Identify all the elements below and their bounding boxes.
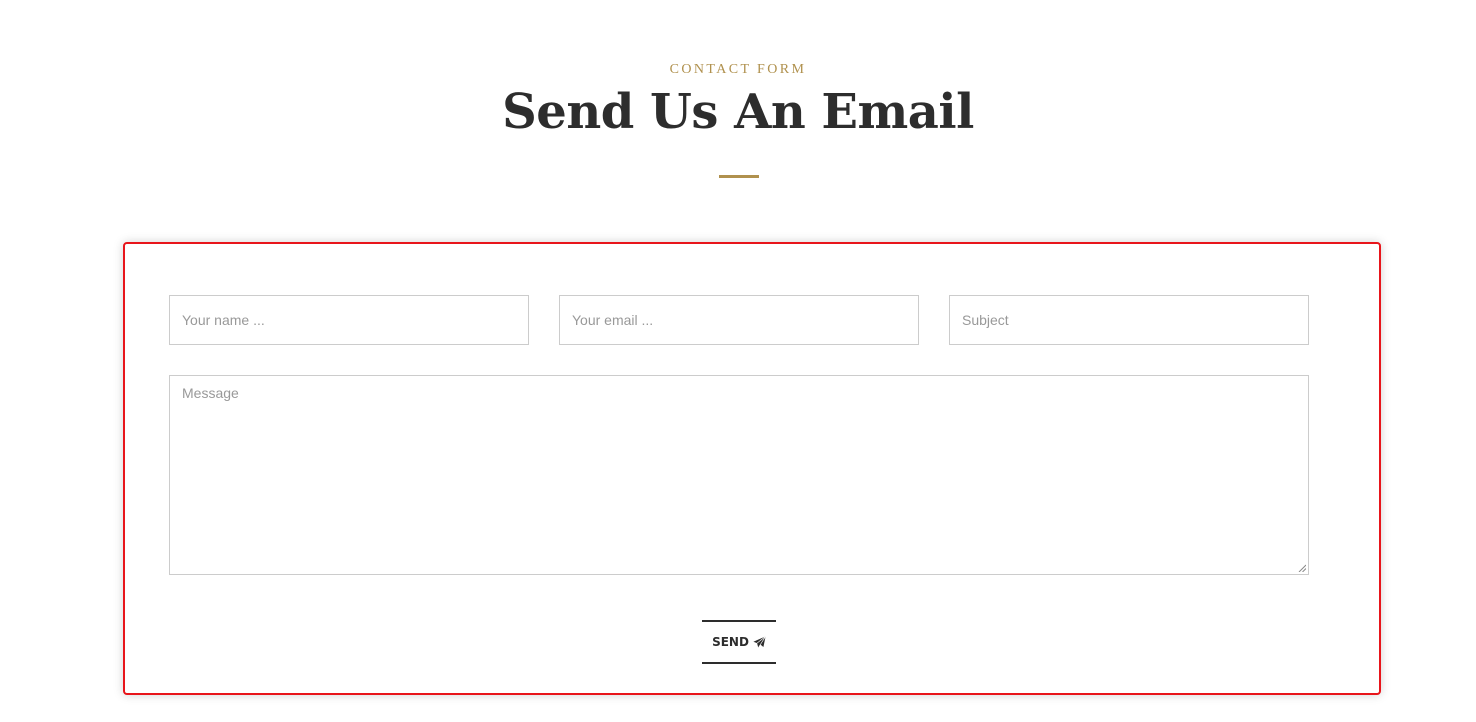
name-placeholder: Your name ... bbox=[182, 312, 265, 328]
name-input[interactable]: Your name ... bbox=[169, 295, 529, 345]
resize-grip-icon[interactable] bbox=[1298, 564, 1306, 572]
paper-plane-icon bbox=[753, 635, 766, 648]
message-textarea[interactable]: Message bbox=[169, 375, 1309, 575]
send-button[interactable]: SEND bbox=[702, 620, 776, 664]
title-divider bbox=[719, 175, 759, 178]
subject-placeholder: Subject bbox=[962, 312, 1009, 328]
send-label: SEND bbox=[712, 635, 749, 649]
section-eyebrow: CONTACT FORM bbox=[669, 62, 807, 77]
subject-input[interactable]: Subject bbox=[949, 295, 1309, 345]
email-placeholder: Your email ... bbox=[572, 312, 654, 328]
message-placeholder: Message bbox=[182, 385, 239, 401]
page-title: Send Us An Email bbox=[502, 84, 974, 140]
email-input[interactable]: Your email ... bbox=[559, 295, 919, 345]
contact-form: Your name ... Your email ... Subject Mes… bbox=[123, 242, 1381, 695]
